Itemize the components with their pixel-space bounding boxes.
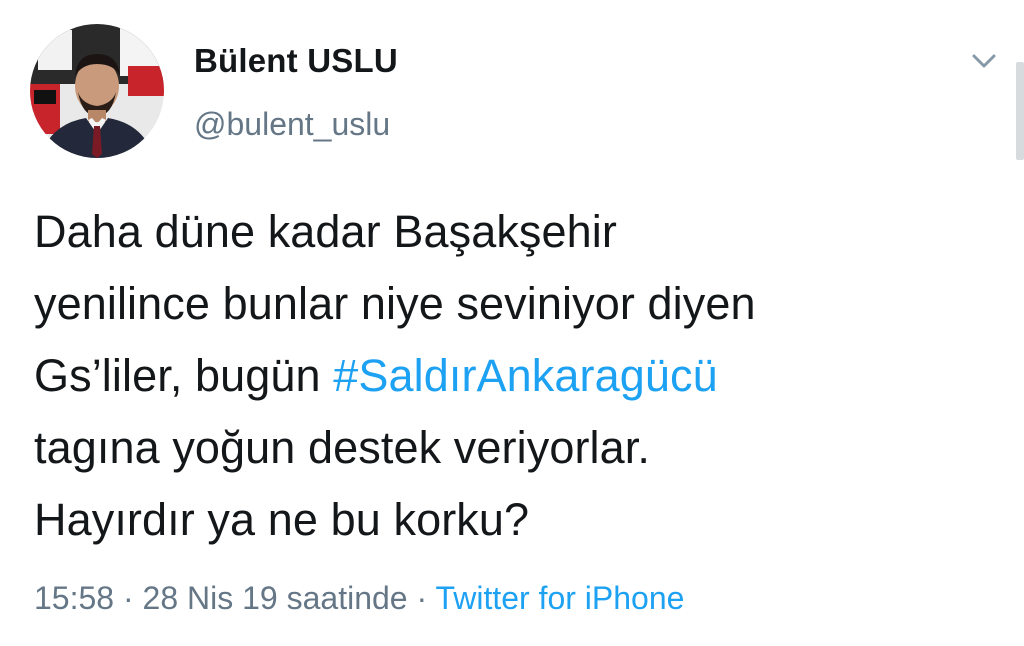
tweet-text-line: tagına yoğun destek veriyorlar. [34,422,650,473]
user-handle[interactable]: @bulent_uslu [194,106,390,143]
meta-separator: · [114,580,143,616]
avatar[interactable] [30,24,164,158]
tweet-text: Daha düne kadar Başakşehir yenilince bun… [34,196,994,556]
chevron-down-icon[interactable] [966,48,1002,74]
tweet-text-line: yenilince bunlar niye seviniyor diyen [34,278,756,329]
tweet-text-line: Daha düne kadar Başakşehir [34,206,617,257]
tweet-text-line: Gs’liler, bugün #SaldırAnkaragücü [34,340,994,412]
tweet-date[interactable]: 28 Nis 19 saatinde [143,580,408,616]
tweet-meta: 15:58 · 28 Nis 19 saatinde · Twitter for… [34,580,684,617]
avatar-photo [30,24,164,158]
tweet-text-segment: Gs’liler, bugün [34,350,334,401]
scrollbar[interactable] [1016,62,1024,160]
tweet-text-line: Hayırdır ya ne bu korku? [34,494,530,545]
display-name[interactable]: Bülent USLU [194,42,398,80]
hashtag-link[interactable]: #SaldırAnkaragücü [333,350,717,401]
tweet-source-link[interactable]: Twitter for iPhone [435,580,684,616]
tweet-time[interactable]: 15:58 [34,580,114,616]
meta-separator: · [407,580,436,616]
tweet-card: Bülent USLU @bulent_uslu Daha düne kadar… [0,0,1024,646]
